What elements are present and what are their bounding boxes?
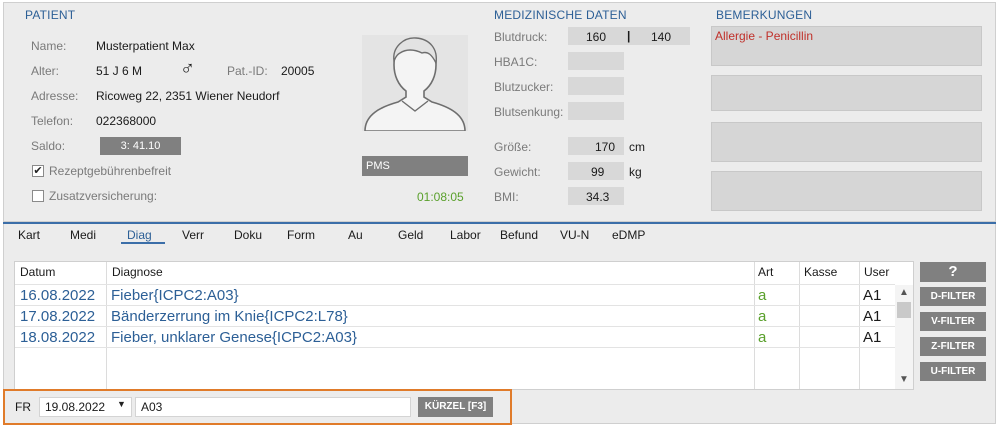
name-label: Name: [31,39,67,53]
header-art[interactable]: Art [758,265,773,279]
phone-label: Telefon: [31,114,74,128]
diagnosis-code-input[interactable]: A03 [135,397,411,417]
z-filter-button[interactable]: Z-FILTER [920,337,986,356]
help-button[interactable]: ? [920,262,986,282]
row-diagnosis: Bänderzerrung im Knie{ICPC2:L78} [111,308,348,325]
diagnosis-code-value: A03 [141,400,163,414]
scrollbar-thumb[interactable] [897,302,911,318]
row-art: a [758,308,767,325]
remarks-section-title: BEMERKUNGEN [716,8,813,22]
tab-verr[interactable]: Verr [182,228,204,242]
patid-label: Pat.-ID: [227,64,268,78]
row-separator [15,347,895,348]
patient-address: Ricoweg 22, 2351 Wiener Neudorf [96,89,280,103]
patient-phone: 022368000 [96,114,157,128]
height-value: 170 [595,140,616,154]
session-timer: 01:08:05 [417,190,464,204]
hba1c-field[interactable] [568,52,624,70]
remark-box-4[interactable] [711,171,982,211]
row-date: 17.08.2022 [20,308,96,325]
entry-code: FR [15,400,31,414]
tab-labor[interactable]: Labor [450,228,481,242]
hba1c-label: HBA1C: [494,55,538,69]
saldo-label: Saldo: [31,139,66,153]
avatar [362,35,468,132]
tab-au[interactable]: Au [348,228,363,242]
tab-doku[interactable]: Doku [234,228,262,242]
d-filter-button[interactable]: D-FILTER [920,287,986,306]
tab-befund[interactable]: Befund [500,228,538,242]
tab-form[interactable]: Form [287,228,315,242]
saldo-value[interactable]: 3: 41.10 [100,137,181,155]
patient-age: 51 J 6 M [96,64,143,78]
tab-medi[interactable]: Medi [70,228,96,242]
row-date: 16.08.2022 [20,287,96,304]
bp-label: Blutdruck: [494,30,548,44]
weight-value: 99 [591,165,605,179]
weight-label: Gewicht: [494,165,541,179]
row-user: A1 [863,329,882,346]
v-filter-button[interactable]: V-FILTER [920,312,986,331]
sugar-label: Blutzucker: [494,80,554,94]
age-label: Alter: [31,64,60,78]
chevron-down-icon[interactable]: ▼ [117,399,126,409]
tab-edmp[interactable]: eDMP [612,228,645,242]
weight-unit: kg [629,165,642,179]
row-date: 18.08.2022 [20,329,96,346]
date-value: 19.08.2022 [45,400,106,414]
height-label: Größe: [494,140,532,154]
header-diagnose[interactable]: Diagnose [112,265,163,279]
row-user: A1 [863,308,882,325]
remark-box-3[interactable] [711,122,982,162]
tab-vu-n[interactable]: VU-N [560,228,589,242]
header-user[interactable]: User [864,265,889,279]
medical-section-title: MEDIZINISCHE DATEN [494,8,627,22]
scroll-down-icon[interactable]: ▼ [897,373,911,387]
tab-geld[interactable]: Geld [398,228,423,242]
row-diagnosis: Fieber, unklarer Genese{ICPC2:A03} [111,329,357,346]
bmi-value: 34.3 [586,190,610,204]
u-filter-button[interactable]: U-FILTER [920,362,986,381]
male-gender-icon: ♂ [180,58,195,80]
row-art: a [758,329,767,346]
row-user: A1 [863,287,882,304]
remark-box-2[interactable] [711,75,982,111]
sedimentation-label: Blutsenkung: [494,105,564,119]
bmi-label: BMI: [494,190,519,204]
active-tab-indicator [121,242,165,244]
rezept-label: Rezeptgebührenbefreit [49,164,172,178]
tab-diag[interactable]: Diag [127,228,152,242]
sedimentation-field[interactable] [568,102,624,120]
row-art: a [758,287,767,304]
remark-text-1: Allergie - Penicillin [715,29,814,43]
row-diagnosis: Fieber{ICPC2:A03} [111,287,239,304]
header-datum[interactable]: Datum [20,265,55,279]
patient-section-title: PATIENT [25,8,76,22]
rezept-checkbox[interactable]: ✔ [32,165,44,177]
address-label: Adresse: [31,89,79,103]
tab-kart[interactable]: Kart [18,228,40,242]
zusatz-checkbox[interactable] [32,190,44,202]
header-kasse[interactable]: Kasse [804,265,837,279]
bp-separator: | [627,29,631,43]
zusatz-label: Zusatzversicherung: [49,189,158,203]
bp-diastolic: 140 [651,30,672,44]
height-unit: cm [629,140,645,154]
pms-button[interactable]: PMS [362,156,468,176]
patient-id: 20005 [281,64,315,78]
avatar-silhouette-icon [364,37,466,132]
sugar-field[interactable] [568,77,624,95]
patient-name: Musterpatient Max [96,39,195,53]
bp-systolic: 160 [586,30,607,44]
scroll-up-icon[interactable]: ▲ [897,286,911,300]
kurzel-button[interactable]: KÜRZEL [F3] [418,397,493,417]
